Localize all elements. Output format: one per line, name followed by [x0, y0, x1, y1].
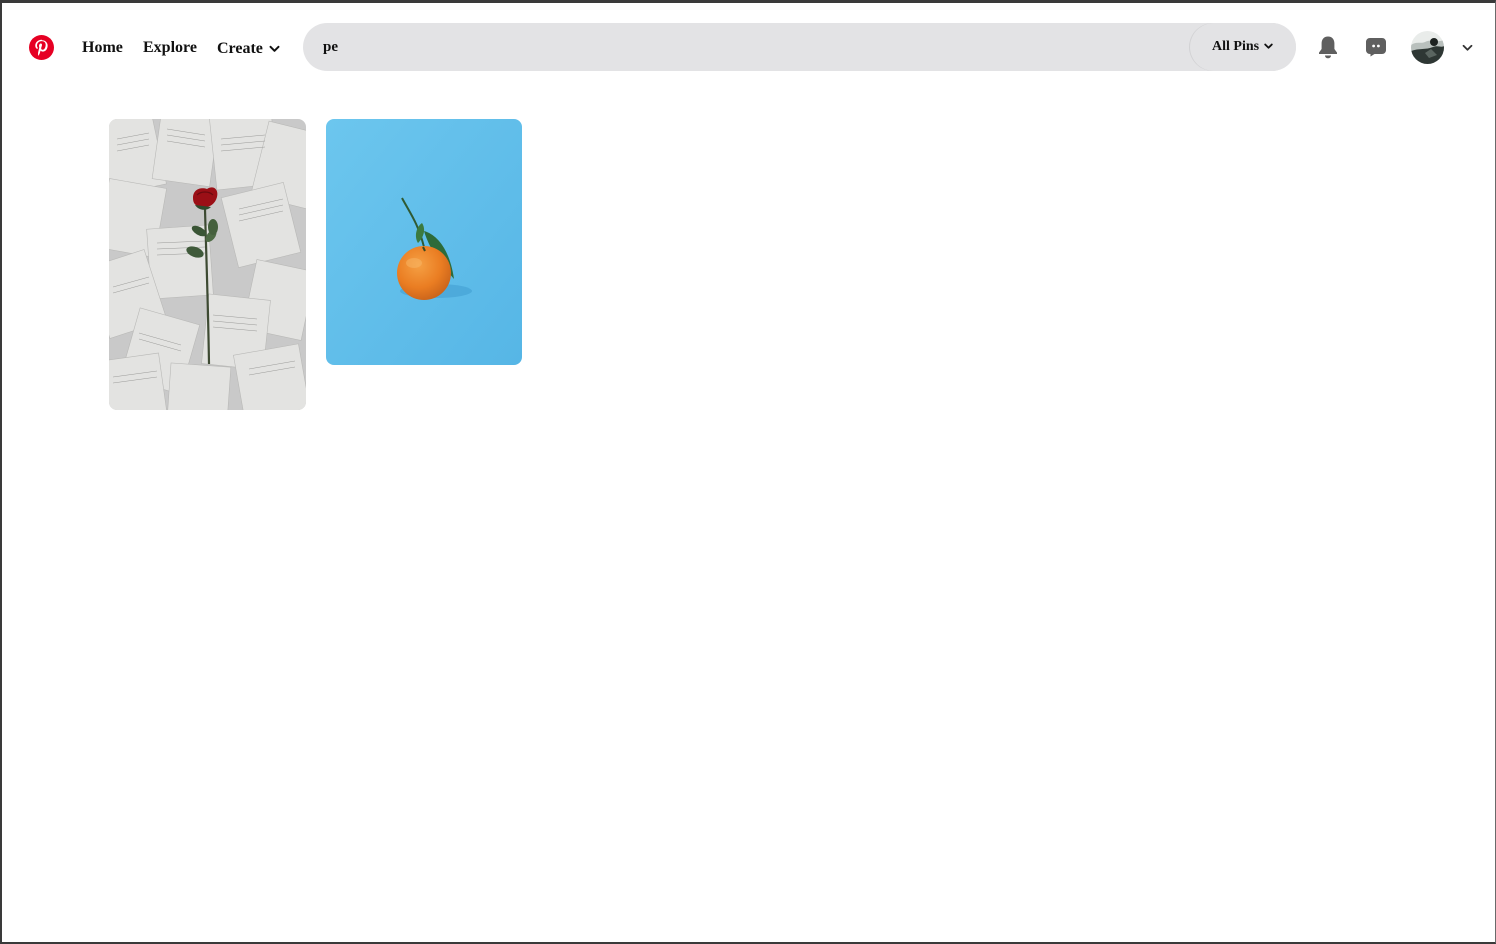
avatar-image: [1411, 31, 1444, 64]
nav-home-link[interactable]: Home: [82, 39, 123, 57]
chevron-down-icon[interactable]: [1462, 44, 1473, 52]
top-nav-bar: Home Explore Create All Pins: [0, 3, 1496, 91]
search-filter-label: All Pins: [1212, 39, 1260, 54]
rose-pin-image: [109, 119, 306, 410]
chevron-down-icon[interactable]: [269, 45, 280, 53]
pinterest-logo-icon[interactable]: [29, 35, 54, 60]
avatar[interactable]: [1411, 31, 1444, 64]
bell-icon[interactable]: [1317, 35, 1339, 59]
tangerine-pin-image: [326, 119, 522, 365]
nav-explore-link[interactable]: Explore: [143, 39, 197, 57]
search-filter-dropdown[interactable]: All Pins: [1190, 23, 1296, 71]
chat-icon[interactable]: [1365, 37, 1387, 57]
pin-card-tangerine[interactable]: [326, 119, 522, 365]
search-input[interactable]: [323, 36, 1163, 58]
chevron-down-icon: [1264, 43, 1273, 49]
pin-card-rose[interactable]: [109, 119, 306, 410]
nav-create-menu[interactable]: Create: [217, 40, 263, 58]
search-bar: All Pins: [303, 23, 1296, 71]
